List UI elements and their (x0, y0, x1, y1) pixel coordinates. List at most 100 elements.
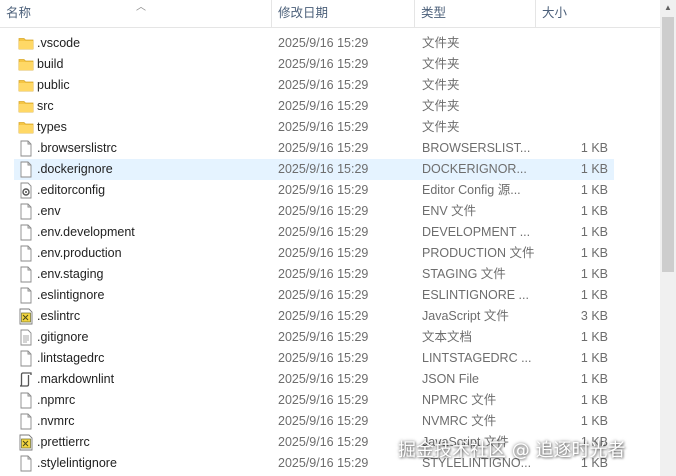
file-size: 1 KB (580, 372, 608, 386)
file-icon (18, 287, 34, 304)
file-size: 1 KB (580, 162, 608, 176)
file-row[interactable]: types 2025/9/16 15:29 文件夹 (14, 117, 614, 138)
file-type: BROWSERSLIST... (422, 141, 531, 155)
file-date-modified: 2025/9/16 15:29 (278, 309, 369, 323)
folder-icon (18, 56, 34, 73)
file-date-modified: 2025/9/16 15:29 (278, 99, 369, 113)
file-date-modified: 2025/9/16 15:29 (278, 414, 369, 428)
file-size: 1 KB (580, 414, 608, 428)
file-size: 3 KB (580, 309, 608, 323)
file-date-modified: 2025/9/16 15:29 (278, 393, 369, 407)
config-file-icon (18, 182, 34, 199)
file-date-modified: 2025/9/16 15:29 (278, 57, 369, 71)
file-date-modified: 2025/9/16 15:29 (278, 372, 369, 386)
file-icon (18, 203, 34, 220)
file-row[interactable]: .markdownlint 2025/9/16 15:29 JSON File 1 K… (14, 369, 614, 390)
file-date-modified: 2025/9/16 15:29 (278, 288, 369, 302)
file-name: .env.development (37, 225, 135, 239)
column-header-date[interactable]: 修改日期 (272, 0, 414, 27)
file-date-modified: 2025/9/16 15:29 (278, 225, 369, 239)
file-row[interactable]: .env.production 2025/9/16 15:29 PRODUCTION… (14, 243, 614, 264)
file-name: .vscode (37, 36, 81, 50)
file-icon (18, 161, 34, 178)
file-type: JSON File (422, 372, 479, 386)
file-name: .browserslistrc (37, 141, 117, 155)
column-header-size[interactable]: 大小 (536, 0, 660, 27)
file-size: 1 KB (580, 225, 608, 239)
file-date-modified: 2025/9/16 15:29 (278, 267, 369, 281)
file-row[interactable]: .npmrc 2025/9/16 15:29 NPMRC 文件 1 KB (14, 390, 614, 411)
file-date-modified: 2025/9/16 15:29 (278, 204, 369, 218)
file-size: 1 KB (580, 183, 608, 197)
scroll-thumb[interactable] (662, 17, 674, 272)
file-size: 1 KB (580, 246, 608, 260)
file-type: LINTSTAGEDRC ... (422, 351, 532, 365)
file-name: .env.staging (37, 267, 104, 281)
file-row[interactable]: .env.staging 2025/9/16 15:29 STAGING 文件 1 K… (14, 264, 614, 285)
file-row[interactable]: .eslintrc 2025/9/16 15:29 JavaScript 文件 3 K… (14, 306, 614, 327)
file-type: 文件夹 (422, 78, 460, 92)
file-name: .env (37, 204, 61, 218)
file-name: .eslintignore (37, 288, 105, 302)
file-type: ENV 文件 (422, 204, 477, 218)
file-name: .npmrc (37, 393, 76, 407)
file-icon (18, 224, 34, 241)
file-type: PRODUCTION 文件 (422, 246, 535, 260)
file-size: 1 KB (580, 393, 608, 407)
sort-ascending-icon: ︿ (136, 2, 146, 13)
file-name: types (37, 120, 67, 134)
file-date-modified: 2025/9/16 15:29 (278, 141, 369, 155)
file-name: .lintstagedrc (37, 351, 105, 365)
file-name: build (37, 57, 64, 71)
file-name: .nvmrc (37, 414, 75, 428)
column-header-bar: 名称 ︿ 修改日期 类型 大小 (0, 0, 660, 28)
file-name: .gitignore (37, 330, 89, 344)
file-row[interactable]: .vscode 2025/9/16 15:29 文件夹 (14, 33, 614, 54)
file-row[interactable]: .browserslistrc 2025/9/16 15:29 BROWSERSLI… (14, 138, 614, 159)
file-row[interactable]: .dockerignore 2025/9/16 15:29 DOCKERIGNOR.… (14, 159, 614, 180)
file-row[interactable]: .eslintignore 2025/9/16 15:29 ESLINTIGNORE… (14, 285, 614, 306)
column-header-type[interactable]: 类型 (415, 0, 535, 27)
file-row[interactable]: .gitignore 2025/9/16 15:29 文本文档 1 KB (14, 327, 614, 348)
file-date-modified: 2025/9/16 15:29 (278, 456, 369, 470)
folder-icon (18, 77, 34, 94)
file-row[interactable]: .editorconfig 2025/9/16 15:29 Editor Confi… (14, 180, 614, 201)
json-file-icon (18, 371, 34, 388)
file-icon (18, 413, 34, 430)
file-row[interactable]: public 2025/9/16 15:29 文件夹 (14, 75, 614, 96)
file-name: .markdownlint (37, 372, 115, 386)
file-date-modified: 2025/9/16 15:29 (278, 183, 369, 197)
file-date-modified: 2025/9/16 15:29 (278, 78, 369, 92)
file-type: STAGING 文件 (422, 267, 506, 281)
column-header-name[interactable]: 名称 (0, 0, 270, 27)
file-date-modified: 2025/9/16 15:29 (278, 246, 369, 260)
file-row[interactable]: src 2025/9/16 15:29 文件夹 (14, 96, 614, 117)
folder-icon (18, 35, 34, 52)
file-row[interactable]: build 2025/9/16 15:29 文件夹 (14, 54, 614, 75)
vertical-scrollbar[interactable]: ▲ (660, 0, 676, 476)
file-type: DOCKERIGNOR... (422, 162, 527, 176)
file-name: .env.production (37, 246, 122, 260)
file-type: Editor Config 源... (422, 183, 521, 197)
file-icon (18, 245, 34, 262)
file-size: 1 KB (580, 204, 608, 218)
scroll-up-arrow-icon[interactable]: ▲ (660, 0, 676, 16)
file-type: DEVELOPMENT ... (422, 225, 531, 239)
file-size: 1 KB (580, 288, 608, 302)
file-type: ESLINTIGNORE ... (422, 288, 529, 302)
file-row[interactable]: .nvmrc 2025/9/16 15:29 NVMRC 文件 1 KB (14, 411, 614, 432)
file-type: 文件夹 (422, 36, 460, 50)
file-name: .eslintrc (37, 309, 81, 323)
file-date-modified: 2025/9/16 15:29 (278, 162, 369, 176)
file-icon (18, 266, 34, 283)
file-row[interactable]: .lintstagedrc 2025/9/16 15:29 LINTSTAGEDRC… (14, 348, 614, 369)
file-icon (18, 392, 34, 409)
file-type: 文件夹 (422, 120, 460, 134)
file-type: JavaScript 文件 (422, 309, 509, 323)
file-row[interactable]: .env 2025/9/16 15:29 ENV 文件 1 KB (14, 201, 614, 222)
js-file-icon (18, 308, 34, 325)
file-size: 1 KB (580, 351, 608, 365)
file-row[interactable]: .env.development 2025/9/16 15:29 DEVELOPME… (14, 222, 614, 243)
file-name: .dockerignore (37, 162, 113, 176)
file-date-modified: 2025/9/16 15:29 (278, 120, 369, 134)
